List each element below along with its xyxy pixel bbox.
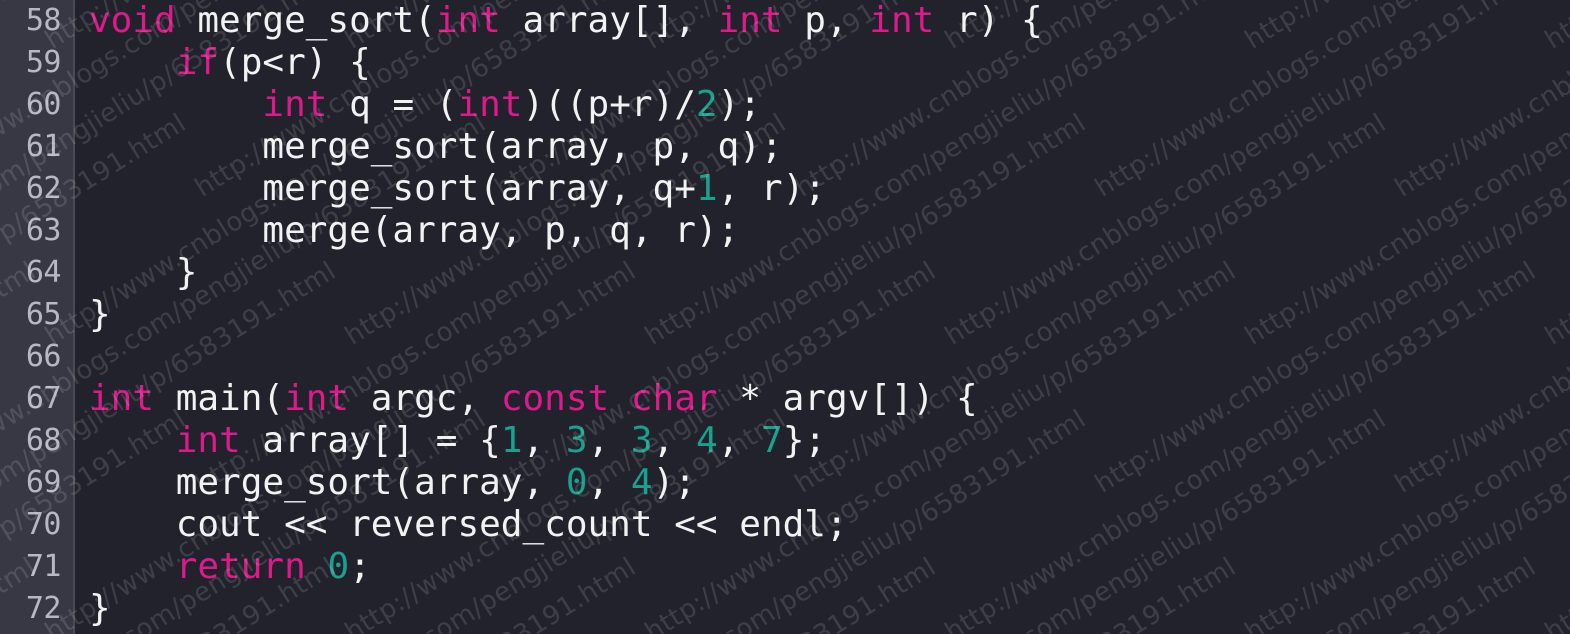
code-line[interactable]: } [89, 588, 1570, 630]
code-line[interactable]: void merge_sort(int array[], int p, int … [89, 0, 1570, 42]
code-token: )((p+r)/ [522, 84, 696, 125]
code-token: merge_sort(array, p, q); [89, 126, 783, 167]
code-token: const [500, 378, 610, 419]
code-line[interactable]: int array[] = {1, 3, 3, 4, 7}; [89, 420, 1570, 462]
code-token: argc, [349, 378, 501, 419]
line-number: 63 [25, 213, 62, 248]
code-token: , [587, 420, 631, 461]
code-token: , r); [717, 168, 826, 209]
code-line[interactable]: } [89, 294, 1570, 336]
code-line[interactable]: merge_sort(array, p, q); [89, 126, 1570, 168]
code-token: 4 [695, 420, 718, 461]
code-token: } [89, 252, 198, 293]
code-token: p, [782, 0, 870, 41]
line-number: 70 [25, 507, 62, 542]
line-number: 59 [25, 45, 62, 80]
line-number: 58 [25, 3, 62, 38]
code-token: 0 [327, 546, 350, 587]
code-token: int [175, 420, 241, 461]
code-line[interactable]: return 0; [89, 546, 1570, 588]
code-token: if [175, 42, 220, 83]
line-number: 67 [25, 381, 62, 416]
code-token: q = ( [327, 84, 458, 125]
code-token: array[] = { [240, 420, 501, 461]
code-token: array[], [500, 0, 718, 41]
code-token: }; [782, 420, 827, 461]
code-token: (p<r) { [219, 42, 371, 83]
code-token: ); [717, 84, 761, 125]
line-number: 65 [25, 297, 62, 332]
code-token: int [869, 0, 935, 41]
code-token: char [630, 378, 718, 419]
line-number: 61 [25, 129, 62, 164]
code-token: int [89, 378, 155, 419]
code-token: void [89, 0, 176, 41]
code-token: merge(array, p, q, r); [89, 210, 740, 251]
code-line[interactable] [89, 336, 1570, 378]
code-token: 3 [630, 420, 653, 461]
code-token: int [457, 84, 523, 125]
code-token: 1 [500, 420, 523, 461]
code-token: 3 [565, 420, 588, 461]
code-token: 4 [630, 462, 653, 503]
code-token: return [175, 546, 306, 587]
code-line[interactable]: cout << reversed_count << endl; [89, 504, 1570, 546]
line-number: 60 [25, 87, 62, 122]
code-token: 1 [695, 168, 718, 209]
code-token: r) { [934, 0, 1043, 41]
code-line[interactable]: merge_sort(array, 0, 4); [89, 462, 1570, 504]
code-token: ; [349, 546, 371, 587]
code-token: * argv[]) { [717, 378, 978, 419]
code-editor[interactable]: 58 59 60 61 62 63 64 65 66 67 68 69 70 71 72 void merg… [0, 0, 1570, 634]
code-token: int [717, 0, 783, 41]
code-token: 0 [565, 462, 588, 503]
code-token: 7 [761, 420, 783, 461]
code-token: 2 [695, 84, 718, 125]
line-number: 69 [25, 465, 62, 500]
line-number: 68 [25, 423, 62, 458]
code-token: merge_sort( [175, 0, 436, 41]
code-token: main( [154, 378, 285, 419]
code-token: , [587, 462, 631, 503]
code-line[interactable]: merge(array, p, q, r); [89, 210, 1570, 252]
line-number: 71 [25, 549, 62, 584]
line-number: 62 [25, 171, 62, 206]
line-number: 72 [25, 591, 62, 626]
code-content-area[interactable]: void merge_sort(int array[], int p, int … [77, 0, 1570, 634]
line-number: 64 [25, 255, 62, 290]
code-token: , [717, 420, 762, 461]
code-token: int [262, 84, 328, 125]
code-token: cout << reversed_count << endl; [89, 504, 848, 545]
code-token: int [284, 378, 350, 419]
code-token: merge_sort(array, [89, 462, 566, 503]
line-number-gutter: 58 59 60 61 62 63 64 65 66 67 68 69 70 71 72 [0, 0, 75, 634]
code-token: } [89, 294, 111, 335]
code-token: ); [652, 462, 696, 503]
code-line[interactable]: if(p<r) { [89, 42, 1570, 84]
code-token: merge_sort(array, q+ [89, 168, 696, 209]
code-line[interactable]: int q = (int)((p+r)/2); [89, 84, 1570, 126]
code-token: int [435, 0, 501, 41]
code-token: , [652, 420, 696, 461]
code-token: , [522, 420, 566, 461]
code-line[interactable]: int main(int argc, const char * argv[]) … [89, 378, 1570, 420]
line-number: 66 [25, 339, 62, 374]
code-line[interactable]: merge_sort(array, q+1, r); [89, 168, 1570, 210]
code-line[interactable]: } [89, 252, 1570, 294]
code-token: } [89, 588, 111, 629]
